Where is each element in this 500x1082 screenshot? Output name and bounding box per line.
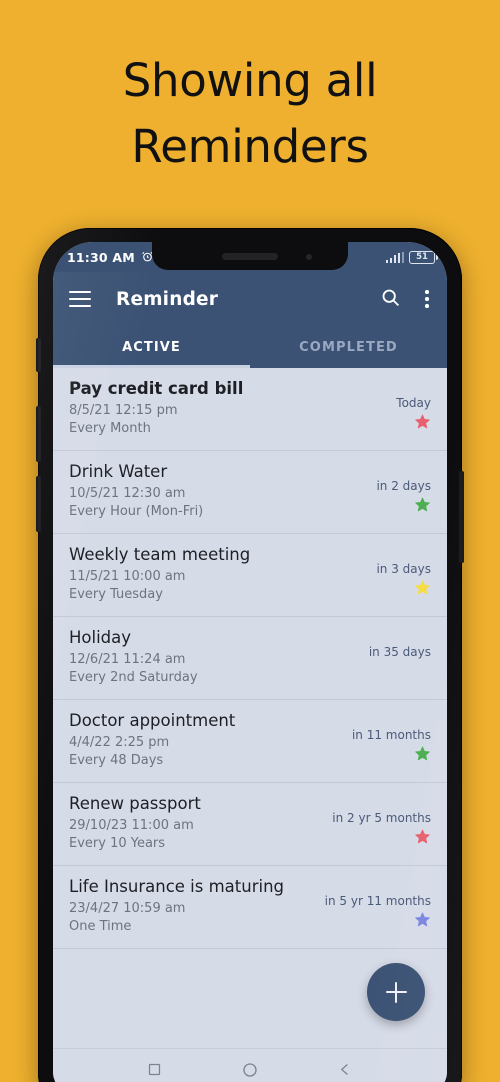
app-bar: Reminder <box>53 272 447 326</box>
phone-screen: 11:30 AM 51 Reminder ACTIVE COMPLETED Pa… <box>53 242 447 1082</box>
status-bar-clock: 11:30 AM <box>67 249 135 265</box>
front-camera <box>306 254 312 260</box>
phone-side-button-power[interactable] <box>459 471 464 563</box>
promo-headline: Showing all Reminders <box>0 48 500 180</box>
add-reminder-fab[interactable] <box>367 963 425 1021</box>
reminder-title: Pay credit card bill <box>69 379 244 398</box>
reminder-row[interactable]: Drink Water 10/5/21 12:30 am Every Hour (M… <box>53 451 447 534</box>
phone-side-button-volume-up[interactable] <box>36 406 41 462</box>
cellular-signal-icon <box>385 251 404 263</box>
android-navigation-bar <box>53 1048 447 1082</box>
reminder-list: Pay credit card bill 8/5/21 12:15 pm Every… <box>53 368 447 949</box>
app-bar-actions <box>380 287 431 312</box>
tab-bar: ACTIVE COMPLETED <box>53 326 447 368</box>
reminder-right-meta: in 35 days <box>369 645 431 679</box>
more-vertical-icon[interactable] <box>423 288 431 310</box>
reminder-due-label: in 11 months <box>351 728 431 742</box>
reminder-due-label: in 5 yr 11 months <box>324 894 431 908</box>
home-circle-icon[interactable] <box>242 1062 258 1082</box>
reminder-row[interactable]: Life Insurance is maturing 23/4/27 10:59 … <box>53 866 447 949</box>
fab-area <box>53 949 447 1059</box>
reminder-due-label: in 2 yr 5 months <box>332 811 431 825</box>
reminder-due-label: in 35 days <box>368 645 431 659</box>
battery-icon: 51 <box>409 250 438 264</box>
status-bar-right: 51 <box>385 250 438 264</box>
headline-line-2: Reminders <box>131 120 369 173</box>
reminder-datetime: 8/5/21 12:15 pm <box>69 403 178 418</box>
recents-square-icon[interactable] <box>147 1062 162 1081</box>
reminder-due-label: Today <box>396 396 431 410</box>
phone-frame: 11:30 AM 51 Reminder ACTIVE COMPLETED Pa… <box>36 228 464 1082</box>
reminder-right-meta: in 3 days <box>376 562 431 596</box>
reminder-due-label: in 2 days <box>376 479 431 493</box>
battery-level-label: 51 <box>416 251 428 262</box>
status-bar-left: 11:30 AM <box>67 248 154 267</box>
hamburger-menu-icon[interactable] <box>69 291 91 307</box>
phone-side-button-silent[interactable] <box>36 338 41 372</box>
reminder-right-meta: Today <box>396 396 431 430</box>
earpiece-speaker <box>222 253 278 260</box>
reminder-row[interactable]: Pay credit card bill 8/5/21 12:15 pm Every… <box>53 368 447 451</box>
reminder-row[interactable]: Doctor appointment 4/4/22 2:25 pm Every 48… <box>53 700 447 783</box>
headline-line-1: Showing all <box>122 54 378 107</box>
reminder-priority-star[interactable] <box>352 744 431 762</box>
reminder-due-label: in 3 days <box>376 562 431 576</box>
back-triangle-icon[interactable] <box>338 1062 353 1081</box>
tab-completed[interactable]: COMPLETED <box>250 326 447 368</box>
reminder-row[interactable]: Renew passport 29/10/23 11:00 am Every 10 … <box>53 783 447 866</box>
reminder-row[interactable]: Holiday 12/6/21 11:24 am Every 2nd Saturda… <box>53 617 447 700</box>
reminder-priority-star[interactable] <box>332 827 431 845</box>
page-title: Reminder <box>116 288 219 310</box>
phone-notch <box>152 242 348 270</box>
phone-side-button-volume-down[interactable] <box>36 476 41 532</box>
reminder-priority-star[interactable] <box>396 412 431 430</box>
reminder-priority-star[interactable] <box>325 910 431 928</box>
reminder-priority-star[interactable] <box>369 661 431 679</box>
reminder-priority-star[interactable] <box>376 495 431 513</box>
reminder-priority-star[interactable] <box>376 578 431 596</box>
reminder-right-meta: in 2 days <box>376 479 431 513</box>
reminder-right-meta: in 11 months <box>352 728 431 762</box>
reminder-right-meta: in 2 yr 5 months <box>332 811 431 845</box>
reminder-right-meta: in 5 yr 11 months <box>325 894 431 928</box>
reminder-row[interactable]: Weekly team meeting 11/5/21 10:00 am Every… <box>53 534 447 617</box>
tab-active[interactable]: ACTIVE <box>53 326 250 368</box>
reminder-repeat: Every Month <box>69 421 151 436</box>
search-icon[interactable] <box>380 287 401 312</box>
